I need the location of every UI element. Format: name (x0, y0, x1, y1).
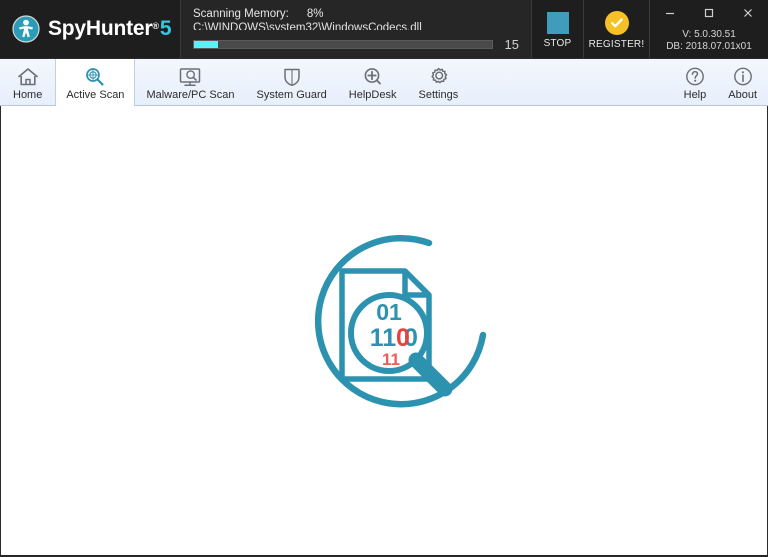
brand-name: SpyHunter (48, 17, 153, 40)
nav-item-settings[interactable]: Settings (407, 59, 469, 105)
window-controls-zone: V: 5.0.30.51 DB: 2018.07.01x01 (650, 0, 768, 58)
window-controls (650, 0, 768, 26)
stop-button-label: STOP (543, 37, 572, 49)
main-navigation: Home Active Scan Malware/PC Scan System … (0, 58, 768, 106)
product-version: V: 5.0.30.51 (682, 29, 736, 40)
maximize-button[interactable] (689, 0, 728, 26)
nav-item-settings-label: Settings (418, 88, 459, 101)
nav-secondary-items: Help About (673, 59, 768, 105)
info-circle-icon (732, 66, 754, 88)
register-button[interactable]: REGISTER! (584, 0, 650, 58)
register-button-label: REGISTER! (588, 38, 645, 50)
nav-item-about-label: About (728, 88, 757, 101)
database-version: DB: 2018.07.01x01 (666, 41, 752, 52)
scanning-document-illustration: 01 11 0 0 11 0 (279, 219, 489, 424)
scan-status-label: Scanning Memory: (193, 8, 289, 20)
minimize-button[interactable] (650, 0, 689, 26)
brand-registered-mark: ® (152, 21, 159, 31)
scan-progress-fill (194, 41, 218, 48)
binary-top: 01 (376, 299, 402, 325)
close-button[interactable] (729, 0, 768, 26)
nav-item-malware-pc-scan[interactable]: Malware/PC Scan (135, 59, 245, 105)
brand-title: SpyHunter ® 5 (48, 17, 172, 41)
spyhunter-window: SpyHunter ® 5 Scanning Memory: 8% C:\WINDO… (0, 0, 768, 557)
spyhunter-mark-icon (12, 15, 40, 43)
nav-item-system-guard-label: System Guard (256, 88, 327, 101)
detections-count: 15 (504, 37, 519, 52)
home-icon (16, 66, 40, 88)
scan-status-percent: 8% (306, 8, 324, 20)
nav-item-system-guard[interactable]: System Guard (245, 59, 337, 105)
binary-bottom: 11 (382, 350, 400, 369)
check-circle-icon (604, 10, 629, 35)
nav-item-about[interactable]: About (717, 59, 768, 105)
binary-highlight-digit: 0 (396, 324, 410, 352)
svg-text:11: 11 (370, 324, 397, 352)
monitor-scan-icon (177, 66, 203, 88)
gear-icon (427, 66, 450, 88)
plus-magnifier-icon (361, 66, 385, 88)
scan-status-panel: Scanning Memory: 8% C:\WINDOWS\system32\… (180, 0, 532, 58)
nav-item-malware-pc-scan-label: Malware/PC Scan (146, 88, 235, 101)
version-info: V: 5.0.30.51 DB: 2018.07.01x01 (650, 26, 768, 58)
stop-square-icon (546, 11, 569, 34)
scan-current-file-path: C:\WINDOWS\system32\WindowsCodecs.dll (193, 22, 422, 30)
app-logo: SpyHunter ® 5 (0, 0, 180, 58)
nav-item-help[interactable]: Help (673, 59, 718, 105)
nav-item-helpdesk[interactable]: HelpDesk (338, 59, 408, 105)
scan-status-line: Scanning Memory: 8% (193, 8, 519, 20)
brand-version-number: 5 (159, 17, 172, 40)
nav-item-helpdesk-label: HelpDesk (348, 88, 397, 101)
title-bar: SpyHunter ® 5 Scanning Memory: 8% C:\WINDO… (0, 0, 768, 58)
magnifier-scan-icon (83, 66, 107, 88)
question-circle-icon (684, 66, 706, 88)
nav-item-active-scan[interactable]: Active Scan (55, 59, 136, 106)
main-content-area: 01 11 0 0 11 0 (0, 106, 768, 557)
scan-progress-row: 15 (193, 37, 519, 52)
stop-button[interactable]: STOP (532, 0, 584, 58)
nav-primary-items: Home Active Scan Malware/PC Scan System … (0, 59, 469, 106)
nav-item-help-label: Help (683, 88, 707, 101)
nav-item-home-label: Home (13, 88, 43, 101)
shield-icon (281, 66, 303, 88)
nav-item-home[interactable]: Home (0, 59, 55, 105)
scan-progress-bar (193, 40, 493, 49)
nav-item-active-scan-label: Active Scan (66, 88, 125, 101)
